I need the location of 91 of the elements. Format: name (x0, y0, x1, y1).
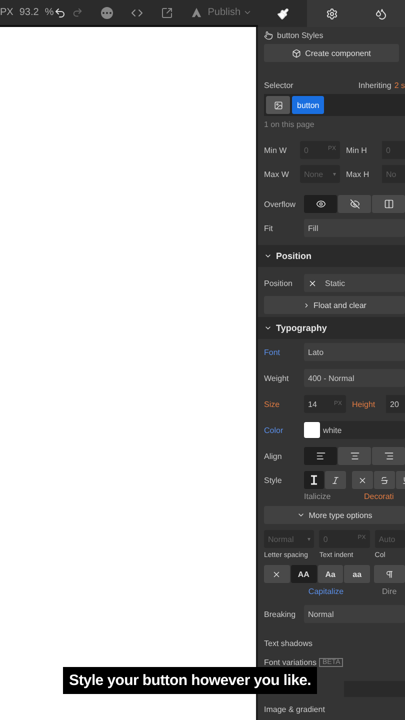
align-label: Align (264, 452, 283, 460)
overflow-label: Overflow (264, 200, 297, 208)
close-icon (272, 570, 282, 578)
paintbrush-icon (276, 8, 288, 20)
color-field[interactable]: white (304, 421, 405, 439)
usage-count: 1 on this page (264, 120, 314, 129)
eye-off-icon (350, 199, 360, 209)
italic-icon (331, 476, 340, 484)
close-icon (308, 278, 317, 288)
align-option[interactable] (338, 447, 371, 465)
height-field[interactable]: 20 (386, 395, 405, 413)
undo-icon[interactable] (54, 6, 66, 18)
size-label: Min H (346, 146, 368, 154)
transform-caption: Capitalize (307, 586, 345, 596)
strikethrough-icon (380, 476, 389, 484)
font-variations-label: Font variations (264, 658, 316, 667)
italic-option[interactable] (304, 471, 324, 489)
property-select[interactable]: Lato (304, 343, 405, 361)
hand-icon (264, 31, 273, 40)
inheriting-count: 2 s (394, 81, 405, 90)
direction-caption: Dire (382, 586, 397, 596)
overflow-option[interactable] (304, 195, 337, 213)
box-icon (292, 48, 302, 58)
create-component-button[interactable]: Create component (264, 44, 399, 62)
decoration-option[interactable] (352, 471, 373, 489)
property-label: Font (264, 348, 282, 356)
size-label: Min W (264, 146, 288, 154)
align-left-icon (316, 451, 326, 461)
align-option[interactable] (372, 447, 405, 465)
direction-option[interactable] (374, 565, 405, 583)
pilcrow-icon (385, 570, 394, 578)
property-label: Weight (264, 374, 290, 382)
more-icon[interactable] (100, 6, 113, 18)
settings-icon (326, 8, 338, 20)
zoom-value: 93.2 (19, 7, 39, 18)
styles-header: button Styles (277, 31, 324, 40)
float-and-clear-button[interactable]: Float and clear (264, 296, 405, 314)
image-icon (274, 100, 282, 110)
panel-tab[interactable] (307, 0, 356, 27)
size-label: Max W (264, 170, 290, 178)
droplets-icon (374, 8, 386, 20)
fit-select[interactable]: Fill (304, 219, 405, 237)
property-label: Size (264, 400, 281, 408)
transform-option[interactable]: aa (344, 565, 370, 583)
section-header[interactable]: Typography (258, 317, 405, 339)
eye-icon (316, 199, 326, 209)
position-select[interactable]: Static (304, 274, 405, 292)
text-shadows-label: Text shadows (264, 639, 312, 648)
close-icon (358, 476, 367, 484)
chevron-down-icon (242, 8, 252, 17)
image-gradient-label: Image & gradient (264, 705, 325, 714)
overflow-option[interactable] (372, 195, 405, 213)
align-right-icon (384, 451, 394, 461)
redo-icon[interactable] (72, 7, 83, 18)
size-label: Max H (346, 170, 370, 178)
code-icon[interactable] (130, 6, 143, 18)
align-option[interactable] (304, 447, 337, 465)
unit-label: PX (0, 7, 14, 18)
fit-label: Fit (264, 224, 274, 232)
transform-option[interactable]: Aa (318, 565, 344, 583)
transform-option[interactable]: AA (290, 565, 316, 583)
style-label: Style (264, 476, 283, 484)
section-header[interactable]: Position (258, 245, 405, 267)
overflow-option[interactable] (338, 195, 371, 213)
breaking-label: Breaking (264, 610, 297, 618)
chevron-down-icon (264, 252, 272, 260)
property-label: Height (352, 400, 376, 408)
breaking-select[interactable]: Normal (304, 605, 405, 623)
decoration-caption: Decorati (364, 492, 394, 500)
position-label: Position (264, 278, 294, 288)
transform-option[interactable] (264, 565, 290, 583)
more-type-options-button[interactable]: More type options (264, 506, 405, 524)
chevron-down-icon (264, 324, 272, 332)
color-swatch[interactable] (304, 422, 320, 438)
caption-text: Style your button however you like. (63, 667, 318, 694)
selector-menu-button[interactable] (266, 96, 290, 114)
selector-label: Selector (264, 81, 294, 90)
class-tag[interactable]: button (292, 96, 324, 114)
property-label: Color (264, 426, 284, 434)
decoration-option[interactable] (374, 471, 395, 489)
upright-i-icon (310, 475, 318, 485)
chevron-right-icon (302, 302, 310, 308)
property-select[interactable]: 400 - Normal (304, 369, 405, 387)
italicize-caption: Italicize (304, 492, 332, 500)
publish-icon[interactable] (190, 7, 202, 18)
percent-label: % (44, 7, 54, 18)
align-center-icon (350, 451, 360, 461)
chevron-down-icon (296, 511, 305, 519)
inheriting-label: Inheriting (358, 81, 392, 90)
columns-icon (384, 199, 394, 209)
export-icon[interactable] (160, 6, 173, 18)
